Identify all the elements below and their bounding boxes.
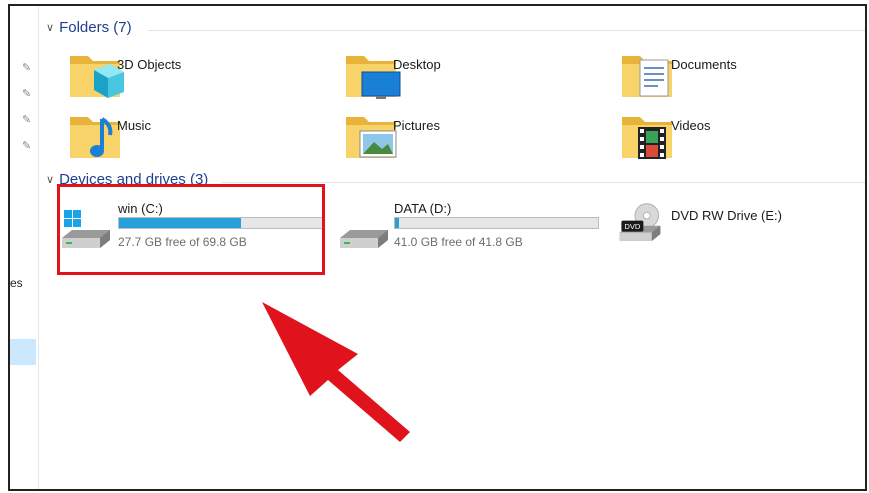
desktop-icon: [346, 56, 401, 99]
folder-label: Desktop: [393, 57, 441, 72]
drive-usage-bar: [394, 217, 599, 229]
navigation-pane: ✎ ✎ ✎ ✎ es: [10, 6, 39, 489]
folder-label: Music: [117, 118, 151, 133]
hard-drive-icon: [340, 230, 388, 248]
folder-label: 3D Objects: [117, 57, 182, 72]
pin-icon[interactable]: ✎: [22, 114, 32, 126]
drive-usage-fill: [395, 218, 400, 228]
pin-icon[interactable]: ✎: [22, 88, 32, 100]
drive-label: DATA (D:): [394, 201, 452, 216]
pin-icon[interactable]: ✎: [22, 62, 32, 74]
chevron-down-icon[interactable]: ∨: [46, 21, 54, 34]
folders-group-header[interactable]: ∨ Folders (7): [46, 19, 132, 36]
folder-label: Videos: [671, 118, 711, 133]
explorer-window: ✎ ✎ ✎ ✎ es ∨ Folders (7) 3D Objects Desk…: [8, 4, 867, 491]
nav-item-selected[interactable]: [10, 339, 36, 365]
videos-icon: [622, 117, 672, 159]
folders-group-title: Folders (7): [59, 19, 132, 36]
highlight-box: [57, 184, 325, 275]
folder-label: Documents: [671, 57, 737, 72]
documents-icon: [622, 56, 672, 97]
red-arrow-annotation: [262, 302, 410, 442]
chevron-down-icon[interactable]: ∨: [46, 173, 54, 186]
folder-label: Pictures: [393, 118, 440, 133]
pin-icon[interactable]: ✎: [22, 140, 32, 152]
drive-free-space: 41.0 GB free of 41.8 GB: [394, 235, 523, 249]
drive-label: DVD RW Drive (E:): [671, 208, 782, 223]
pictures-icon: [346, 117, 397, 158]
group-divider: [148, 30, 865, 31]
3d-objects-icon: [70, 56, 124, 98]
group-divider: [222, 182, 865, 183]
dvd-drive-icon: DVD: [619, 203, 661, 241]
dvd-badge: DVD: [624, 222, 641, 231]
nav-item-label[interactable]: es: [10, 276, 23, 290]
music-icon: [70, 117, 120, 158]
